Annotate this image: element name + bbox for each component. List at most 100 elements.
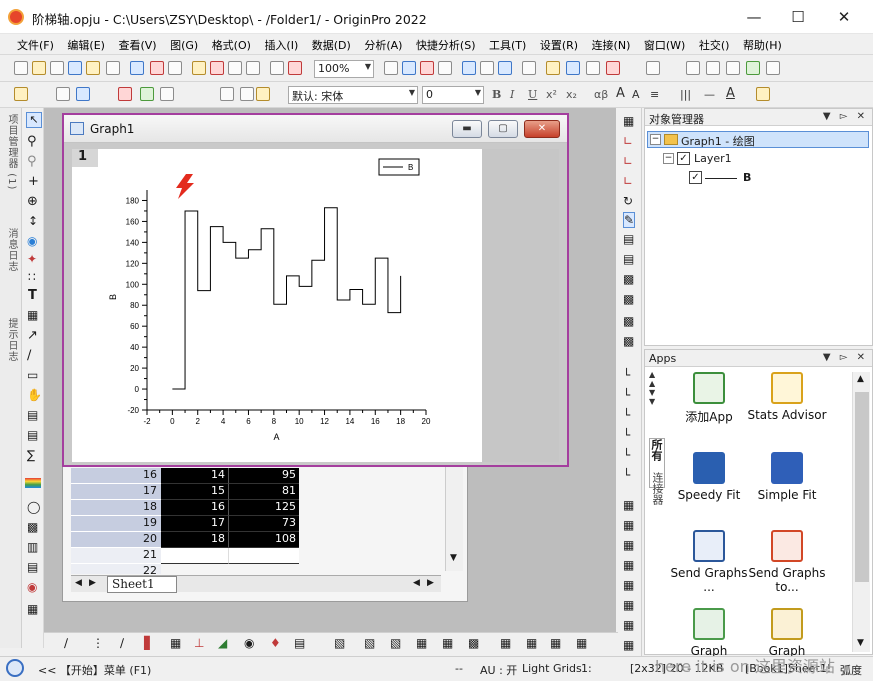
new-excel-icon[interactable] [168,61,182,75]
red-arrow-annotation[interactable] [176,174,194,199]
y-axis-title[interactable]: B [108,294,118,300]
line-plot-icon[interactable]: └ [623,368,630,382]
hand-tool-icon[interactable]: ✋ [27,388,42,402]
chart[interactable]: -2 0 2 4 6 8 10 12 14 16 18 20-20020406080100120140… [72,149,482,462]
region-tool-icon[interactable]: ✦ [27,252,37,266]
sort-icon[interactable] [706,61,720,75]
rescale-tool-icon[interactable]: ↻ [623,194,633,208]
column-chart-icon[interactable]: ▋ [144,636,153,650]
cell-b[interactable]: 125 [229,500,299,516]
row-header[interactable]: 19 [71,516,161,532]
scroll-up-icon[interactable]: ▲ [857,374,864,384]
vector-icon[interactable]: ▦ [500,636,511,650]
specialized-chart-icon[interactable]: ♦ [270,636,281,650]
cell-a[interactable]: 16 [161,500,229,516]
cell-a[interactable]: 15 [161,484,229,500]
scroll-left-icon[interactable]: ◀ [413,578,420,588]
decrease-font-icon[interactable]: A [632,88,640,101]
new-workbook-icon[interactable] [50,61,64,75]
font-family-combo[interactable]: 默认: 宋体 ▼ [288,86,418,104]
cell-a[interactable] [161,548,229,564]
cell-a[interactable]: 17 [161,516,229,532]
table-row[interactable]: 18 16 125 [71,500,361,516]
menu-connectivity[interactable]: 连接(N) [587,34,636,53]
new-project-icon[interactable] [14,61,28,75]
notes-tool-icon[interactable]: ▤ [27,560,38,574]
table-row[interactable]: 19 17 73 [71,516,361,532]
import-icon[interactable] [270,61,284,75]
copy-page-icon[interactable] [402,61,416,75]
scroll-right-icon[interactable]: ▶ [427,578,434,588]
column-plot-icon[interactable]: └ [623,428,630,442]
menu-graph[interactable]: 图(G) [165,34,203,53]
merge-layers-icon[interactable]: ▩ [623,334,634,348]
grid-tool-icon[interactable]: ▦ [27,602,38,616]
bold-icon[interactable]: B [492,88,501,101]
sheet-tab[interactable]: Sheet1 [107,576,177,593]
x-axis-icon[interactable]: ∟ [623,154,633,168]
multi-panel-icon[interactable]: ▦ [170,636,181,650]
column-icon[interactable] [76,87,90,101]
polar-icon[interactable]: ▦ [526,636,537,650]
greek-icon[interactable]: αβ [594,88,608,101]
x-axis-title[interactable]: A [273,432,279,442]
enlarge-icon[interactable]: ▦ [623,114,634,128]
project-explorer-tab[interactable]: 项目管理器 (1) [3,114,19,190]
menu-social[interactable]: 社交() [694,34,735,53]
add-layer-icon[interactable]: ▩ [623,292,634,306]
align-icon[interactable]: ≡ [650,88,659,101]
object-manager-icon[interactable] [586,61,600,75]
prev-sheet-icon[interactable]: ◀ [75,578,82,588]
status-autoupdate[interactable]: AU : 开 [480,662,517,678]
merge-icon[interactable]: ▥ [27,540,38,554]
line-pattern-icon[interactable]: ||| [680,88,691,101]
cell-b[interactable] [229,548,299,564]
histogram-icon[interactable] [766,61,780,75]
row-header[interactable]: 16 [71,468,161,484]
line-tool-icon[interactable]: ∕ [27,348,31,363]
new-folder-icon[interactable] [32,61,46,75]
italic-icon[interactable]: I [510,88,514,101]
underline-icon[interactable]: U [528,88,537,101]
add-axis-icon[interactable]: ▩ [623,314,634,328]
panel-controls[interactable]: ▼ ▻ ✕ [823,352,868,363]
recall-icon[interactable]: ◉ [27,580,37,594]
superscript-icon[interactable]: x² [546,88,557,101]
paste-icon[interactable] [256,87,270,101]
maximize-button[interactable]: ☐ [775,0,821,34]
tree-item-series[interactable]: ✓ B [687,170,867,187]
tree-item-graph[interactable]: − Graph1 - 绘图 [647,131,869,148]
ternary-icon[interactable]: ▦ [550,636,561,650]
app-graph-2[interactable]: Graph [747,608,827,658]
mask-icon[interactable] [56,87,70,101]
data-highlighter-icon[interactable]: ◉ [27,234,37,248]
new-matrix-icon[interactable] [86,61,100,75]
row-header[interactable]: 18 [71,500,161,516]
page-setup-icon[interactable]: ▦ [623,638,634,652]
scroll-down-icon[interactable]: ▼ [857,638,864,648]
new-graph-icon[interactable] [68,61,82,75]
series-b-step-line[interactable] [172,207,402,390]
menu-edit[interactable]: 编辑(E) [62,34,110,53]
copy-icon[interactable] [240,87,254,101]
save-template-icon[interactable] [246,61,260,75]
cell-a[interactable]: 14 [161,468,229,484]
apps-scrollbar[interactable]: ▲ ▼ [852,372,870,652]
layout-icon[interactable]: ▩ [468,636,479,650]
set-column-values-icon[interactable] [686,61,700,75]
bar-plot-icon[interactable]: └ [623,408,630,422]
app-send-graphs-ppt[interactable]: Send Graphs to... [747,530,827,594]
line-chart-icon[interactable]: ∕ [64,636,68,650]
layer-checkbox[interactable]: ✓ [677,152,690,165]
menu-gadgets[interactable]: 快捷分析(S) [411,34,481,53]
contour-icon[interactable]: ◉ [244,636,254,650]
color-palette-icon[interactable] [25,478,41,488]
status-angle[interactable]: 弧度 [840,662,862,678]
screen-reader-icon[interactable]: + [28,174,39,189]
page-icon[interactable]: ▦ [623,618,634,632]
scroll-down-icon[interactable]: ▼ [450,553,457,563]
layer-size-icon[interactable]: ▦ [623,578,634,592]
area-plot-icon[interactable]: └ [623,448,630,462]
align-layers-icon[interactable]: ▦ [623,558,634,572]
3d-bar-icon[interactable]: ▧ [390,636,401,650]
